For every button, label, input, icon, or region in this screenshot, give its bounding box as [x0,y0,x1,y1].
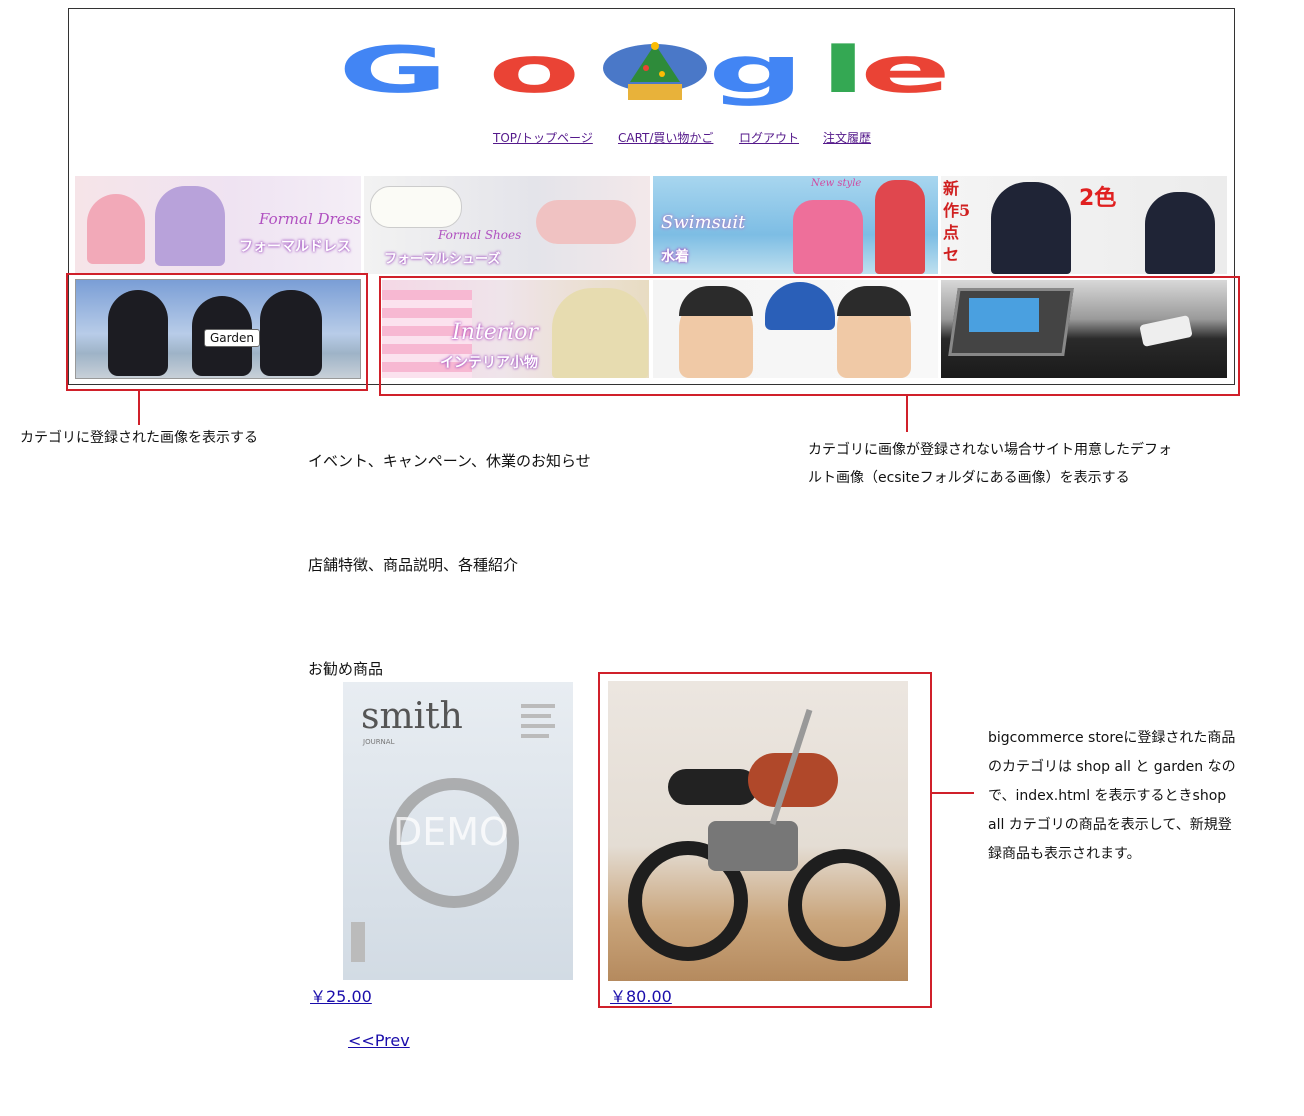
category-tile-formal-suit[interactable]: 新作5点セ 2色 [941,176,1227,274]
logo-letter: g [708,34,805,108]
category-jp-label: フォーマルドレス [239,239,351,255]
annotation-default-image-line2: ルト画像（ecsiteフォルダにある画像）を表示する [808,470,1130,486]
nav-top[interactable]: TOP/トップページ [493,129,593,146]
category-badge: 2色 [1079,186,1117,211]
logo-letter: o [488,34,581,108]
annotation-line: all カテゴリの商品を表示して、新規登 [988,817,1232,833]
annotation-box-registered-image [66,273,368,391]
category-vertical-label: 新作5点セ [943,179,971,264]
section-recommended: お勧め商品 [308,660,384,678]
section-shop-info: 店舗特徴、商品説明、各種紹介 [308,556,519,574]
nav-order-history[interactable]: 注文履歴 [823,129,871,146]
category-tile-formal-dress[interactable]: Formal Dress フォーマルドレス [75,176,361,274]
category-tile-formal-shoes[interactable]: Formal Shoes フォーマルシューズ [364,176,650,274]
category-tile-swimsuit[interactable]: New style Swimsuit 水着 [653,176,938,274]
prev-page-link[interactable]: <<Prev [348,1031,410,1050]
product-image-journal[interactable]: smith JOURNAL DEMO [343,682,573,980]
category-caption: Swimsuit [661,212,746,233]
category-caption: Formal Shoes [438,228,522,242]
category-caption: Formal Dress [259,210,361,228]
annotation-connector [138,391,140,425]
christmas-tree-icon [603,42,707,100]
category-tag: New style [811,178,862,189]
category-jp-label: 水着 [661,249,689,265]
annotation-line: で、index.html を表示するときshop [988,788,1227,804]
logo-letter: G [338,34,449,108]
journal-title: smith [361,696,463,737]
annotation-default-image-line1: カテゴリに画像が登録されない場合サイト用意したデフォ [808,442,1172,458]
demo-watermark: DEMO [393,810,509,854]
journal-subtitle: JOURNAL [363,738,395,746]
nav-logout[interactable]: ログアウト [739,129,799,146]
annotation-box-default-images [379,276,1240,396]
annotation-connector [906,396,908,432]
annotation-registered-image: カテゴリに登録された画像を表示する [20,430,258,446]
product-image-minibike[interactable] [608,681,908,981]
nav-cart[interactable]: CART/買い物かご [618,129,713,146]
product-price-link[interactable]: ￥80.00 [610,983,672,1007]
logo-letter: e [860,34,952,108]
annotation-product-category: bigcommerce storeに登録された商品 のカテゴリは shop al… [988,724,1236,869]
category-jp-label: フォーマルシューズ [384,252,501,267]
annotation-line: のカテゴリは shop all と garden なの [988,759,1236,775]
annotation-line: bigcommerce storeに登録された商品 [988,730,1236,746]
section-events: イベント、キャンペーン、休業のお知らせ [308,452,591,470]
annotation-connector [932,792,974,794]
annotation-line: 録商品も表示されます。 [988,846,1141,862]
site-logo[interactable]: G o o g l e [338,36,968,106]
product-price-link[interactable]: ￥25.00 [310,983,372,1007]
